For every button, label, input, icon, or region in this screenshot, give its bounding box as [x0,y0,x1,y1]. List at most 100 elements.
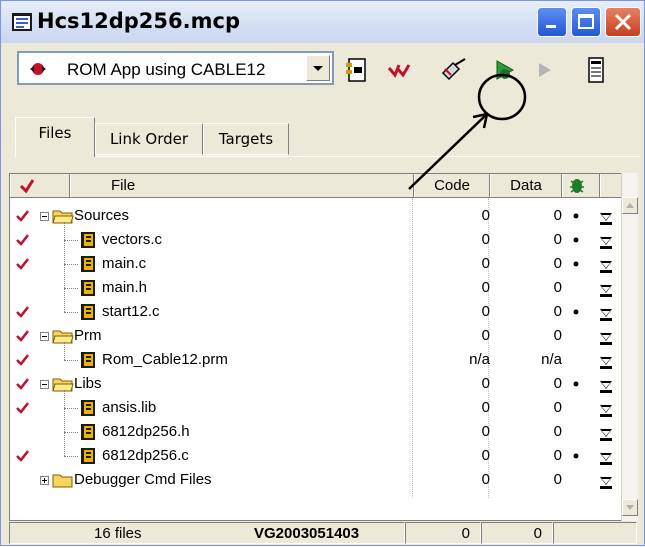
debug-dot-icon[interactable] [571,228,581,252]
run-button[interactable] [529,55,559,85]
check-icon[interactable] [16,228,30,255]
vertical-scrollbar[interactable] [621,173,638,521]
check-icon[interactable] [16,300,30,327]
folder-open-icon [52,328,74,344]
column-data[interactable]: Data [490,174,562,197]
file-row[interactable]: ansis.lib 0 0 [10,396,612,423]
file-row[interactable]: 6812dp256.h 0 0 [10,420,612,444]
project-info-button[interactable] [581,55,611,85]
source-file-icon [80,423,96,441]
dropdown-button[interactable] [306,55,330,81]
check-icon[interactable] [16,444,30,471]
project-window: Hcs12dp256.mcp ROM App using CABLE12 Fil… [0,0,645,546]
status-bar: 16 files VG2003051403 0 0 [9,522,638,546]
file-name: start12.c [102,303,160,320]
tree-connector [64,240,78,241]
collapse-icon[interactable] [40,212,49,221]
source-file-icon [80,279,96,297]
check-icon[interactable] [16,204,30,231]
close-button[interactable] [605,7,641,37]
target-menu-icon[interactable] [600,305,612,321]
file-row[interactable]: 6812dp256.c 0 0 [10,444,612,471]
target-menu-icon[interactable] [600,353,612,369]
chevron-down-icon [313,66,323,71]
status-summary: 16 files VG2003051403 [9,522,405,544]
code-size: 0 [481,303,490,320]
title-bar[interactable]: Hcs12dp256.mcp [1,1,644,43]
debug-dot-icon[interactable] [571,300,581,324]
file-name: Sources [74,207,130,224]
check-icon[interactable] [16,324,30,351]
folder-row[interactable]: Debugger Cmd Files 0 0 [10,468,612,492]
file-name: Rom_Cable12.prm [102,351,228,368]
target-menu-icon[interactable] [600,401,612,417]
maximize-button[interactable] [571,7,601,37]
code-size: n/a [469,351,490,368]
status-data-total: 0 [481,522,553,544]
tree-connector [64,288,78,289]
synchronize-check-icon [387,64,411,78]
minimize-button[interactable] [537,7,567,37]
check-icon[interactable] [16,348,30,375]
file-list[interactable]: File Code Data Sources 0 0 vectors.c 0 0 main.… [9,173,631,521]
tab-link-order[interactable]: Link Order [95,123,203,155]
source-file-icon [80,399,96,417]
scroll-down-button[interactable] [622,499,638,516]
data-size: 0 [553,447,562,464]
target-menu-icon[interactable] [600,257,612,273]
file-row[interactable]: main.h 0 0 [10,276,612,300]
chevron-up-icon [626,203,634,208]
file-count: 16 files [94,525,142,542]
make-button[interactable] [439,55,469,85]
expand-icon[interactable] [40,476,49,485]
column-code[interactable]: Code [414,174,490,197]
tab-targets[interactable]: Targets [203,123,289,155]
check-icon[interactable] [16,396,30,423]
file-row[interactable]: start12.c 0 0 [10,300,612,327]
target-select[interactable]: ROM App using CABLE12 [17,51,334,85]
check-icon [19,179,35,194]
synchronize-button[interactable] [385,55,415,85]
check-icon[interactable] [16,372,30,399]
column-file[interactable]: File [70,174,414,197]
status-extra [553,522,637,544]
folder-row[interactable]: Sources 0 0 [10,204,612,231]
tree-connector [64,312,78,313]
data-size: 0 [553,471,562,488]
file-name: main.c [102,255,147,272]
target-menu-icon[interactable] [600,209,612,225]
target-menu-icon[interactable] [600,329,612,345]
target-menu-icon[interactable] [600,449,612,465]
code-size: 0 [481,471,490,488]
target-menu-icon[interactable] [600,377,612,393]
chevron-down-icon [626,505,634,510]
target-menu-icon[interactable] [600,281,612,297]
debug-dot-icon[interactable] [571,204,581,228]
target-settings-button[interactable] [343,55,373,85]
file-name: Debugger Cmd Files [74,471,212,488]
tab-files[interactable]: Files [15,117,95,157]
debug-dot-icon[interactable] [571,372,581,396]
debug-button[interactable] [489,55,519,85]
code-size: 0 [481,231,490,248]
target-menu-icon[interactable] [600,473,612,489]
collapse-icon[interactable] [40,380,49,389]
tree-connector [64,264,78,265]
target-menu-icon[interactable] [600,233,612,249]
file-row[interactable]: vectors.c 0 0 [10,228,612,255]
file-row[interactable]: Rom_Cable12.prm n/a n/a [10,348,612,375]
collapse-icon[interactable] [40,332,49,341]
file-row[interactable]: main.c 0 0 [10,252,612,279]
debug-dot-icon[interactable] [571,444,581,468]
folder-row[interactable]: Prm 0 0 [10,324,612,351]
target-menu-icon[interactable] [600,425,612,441]
scroll-up-button[interactable] [622,197,638,214]
code-size: 0 [481,423,490,440]
check-icon[interactable] [16,252,30,279]
column-check[interactable] [10,174,70,197]
column-debug[interactable] [562,174,600,197]
folder-row[interactable]: Libs 0 0 [10,372,612,399]
window-title: Hcs12dp256.mcp [37,9,240,33]
debug-dot-icon[interactable] [571,252,581,276]
column-header: File Code Data [10,174,630,198]
